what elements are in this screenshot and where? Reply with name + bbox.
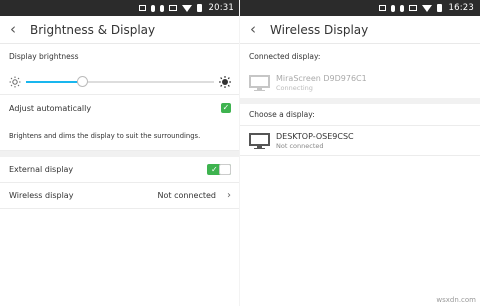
- page-header: ‹ Wireless Display: [240, 16, 480, 44]
- screen-icon: [138, 5, 146, 11]
- connected-display-label: Connected display:: [249, 51, 321, 61]
- watermark: wsxdn.com: [436, 296, 476, 304]
- location-icon: [159, 4, 164, 12]
- monitor-icon: [249, 132, 270, 149]
- external-display-label: External display: [9, 165, 74, 174]
- wireless-display-row[interactable]: Wireless display Not connected ›: [0, 183, 240, 209]
- device-name: DESKTOP-OSE9CSC: [276, 131, 354, 141]
- bluetooth-icon: [150, 4, 155, 12]
- back-chevron-icon[interactable]: ‹: [250, 22, 266, 37]
- status-time: 20:31: [208, 3, 234, 13]
- status-bar: 20:31: [0, 0, 240, 16]
- brightness-slider-thumb[interactable]: [77, 75, 89, 87]
- screen-icon: [378, 5, 386, 11]
- message-icon: [408, 5, 417, 11]
- wifi-icon: [421, 4, 432, 12]
- connected-device-item[interactable]: MiraScreen D9D976C1 Connecting: [240, 68, 480, 98]
- back-chevron-icon[interactable]: ‹: [10, 22, 26, 37]
- battery-icon: [436, 4, 442, 12]
- device-status: Connecting: [276, 84, 313, 92]
- battery-icon: [196, 4, 202, 12]
- brightness-display-screen: 20:31 ‹ Brightness & Display Display bri…: [0, 0, 240, 306]
- wifi-icon: [181, 4, 192, 12]
- adjust-automatically-hint: Brightens and dims the display to suit t…: [9, 131, 201, 140]
- bluetooth-icon: [390, 4, 395, 12]
- monitor-icon: [249, 75, 270, 91]
- page-title: Brightness & Display: [30, 22, 156, 37]
- device-status: Not connected: [276, 141, 324, 150]
- device-list-item[interactable]: DESKTOP-OSE9CSC Not connected: [240, 126, 480, 156]
- wireless-display-screen: 16:23 ‹ Wireless Display Connected displ…: [240, 0, 480, 306]
- adjust-automatically-label: Adjust automatically: [9, 103, 92, 113]
- status-bar: 16:23: [240, 0, 480, 16]
- status-time: 16:23: [448, 3, 474, 13]
- external-display-row[interactable]: External display ✓: [0, 157, 240, 183]
- page-title: Wireless Display: [270, 22, 369, 37]
- connected-section-header: Connected display:: [240, 44, 480, 68]
- chevron-right-icon: ›: [227, 190, 231, 201]
- check-icon: ✓: [211, 165, 218, 174]
- display-brightness-label: Display brightness: [9, 52, 79, 61]
- page-header: ‹ Brightness & Display: [0, 16, 240, 44]
- message-icon: [168, 5, 177, 11]
- brightness-slider[interactable]: [26, 75, 214, 87]
- adjust-automatically-row[interactable]: Adjust automatically ✓: [0, 95, 240, 121]
- adjust-hint-row: Brightens and dims the display to suit t…: [0, 121, 240, 151]
- external-display-toggle[interactable]: ✓: [207, 164, 231, 175]
- sun-small-icon: [9, 76, 21, 87]
- choose-display-label: Choose a display:: [249, 110, 315, 119]
- wireless-display-label: Wireless display: [9, 191, 74, 200]
- wireless-display-status: Not connected: [157, 191, 216, 200]
- adjust-automatically-checkbox[interactable]: ✓: [221, 103, 231, 113]
- toggle-knob: [219, 164, 231, 175]
- location-icon: [399, 4, 404, 12]
- sun-large-icon: [219, 75, 231, 88]
- device-name: MiraScreen D9D976C1: [276, 74, 367, 83]
- brightness-slider-fill: [26, 80, 83, 83]
- brightness-slider-row: [0, 69, 240, 95]
- display-brightness-row: Display brightness: [0, 44, 240, 69]
- choose-section-header: Choose a display:: [240, 104, 480, 126]
